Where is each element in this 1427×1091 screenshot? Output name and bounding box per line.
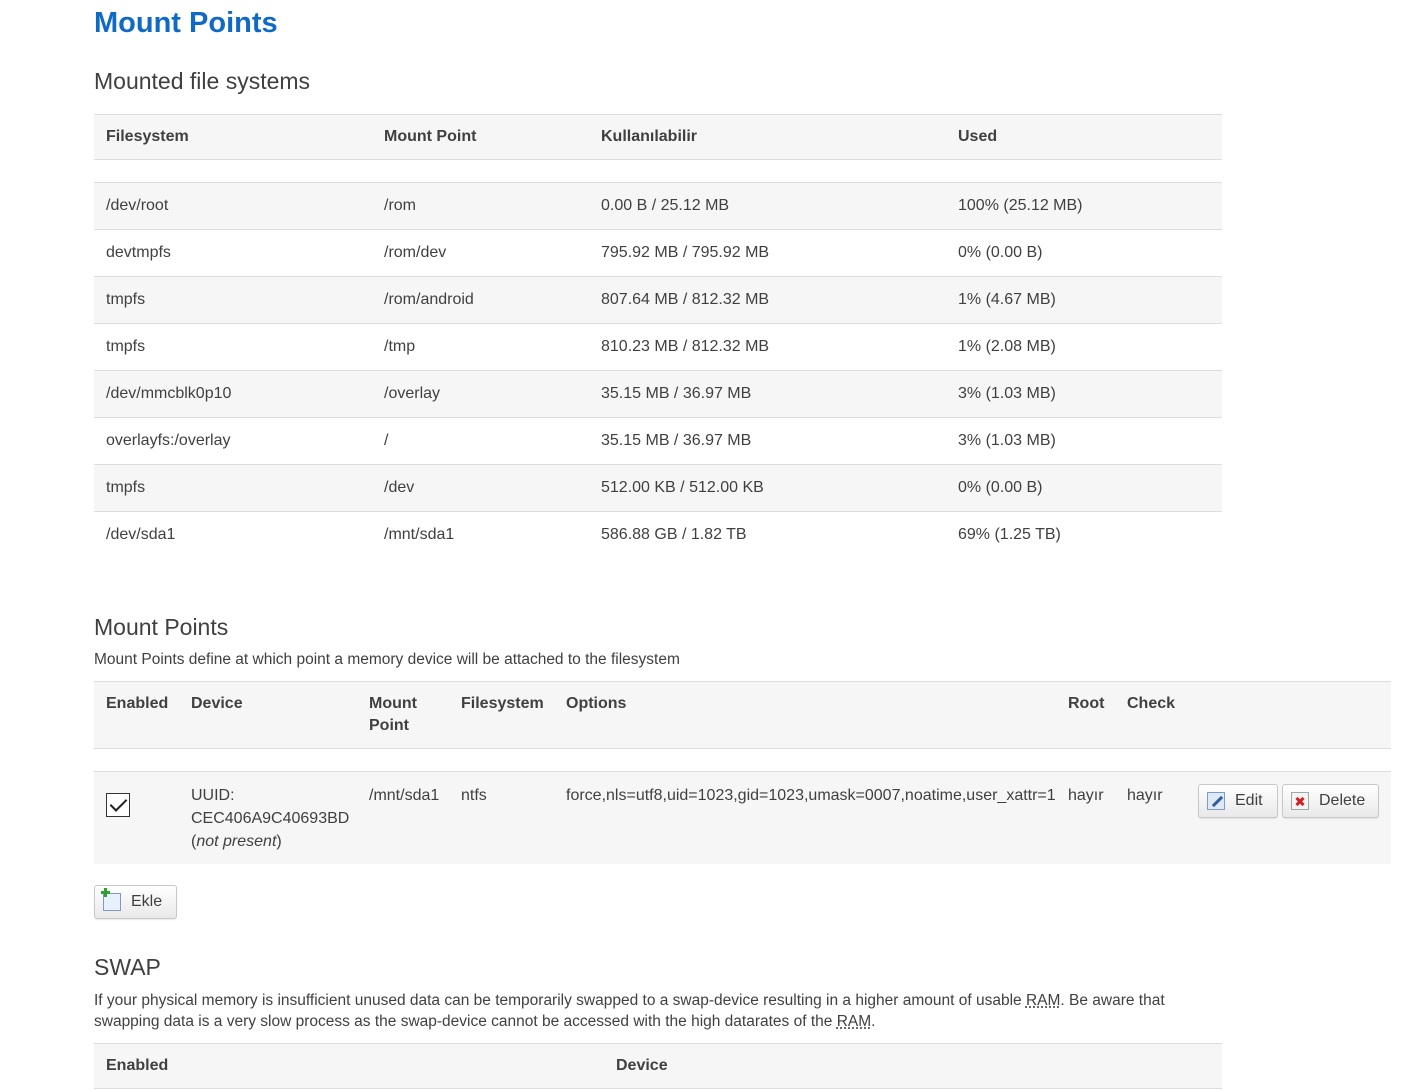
delete-icon [1291, 792, 1309, 810]
used-cell: 3% (1.03 MB) [958, 432, 1056, 449]
ram-abbr: RAM [1025, 992, 1061, 1009]
enabled-checkbox[interactable] [106, 793, 130, 817]
col-mount-point: Mount Point [384, 128, 477, 145]
available-cell: 0.00 B / 25.12 MB [601, 197, 730, 214]
swap-desc-part1: If your physical memory is insufficient … [94, 992, 1026, 1009]
mount-point-row: UUID: CEC406A9C40693BD (not present) /mn… [94, 772, 1391, 864]
mount-point-cell: /dev [384, 479, 415, 496]
filesystem-cell: ntfs [461, 787, 487, 804]
filesystem-cell: /dev/mmcblk0p10 [106, 385, 232, 402]
mount-points-description: Mount Points define at which point a mem… [94, 651, 680, 668]
mount-point-cell: /mnt/sda1 [384, 526, 455, 543]
mount-point-cell: / [384, 432, 389, 449]
col-device: Device [616, 1057, 668, 1074]
used-cell: 1% (4.67 MB) [958, 291, 1056, 308]
device-status: not present [196, 833, 277, 850]
edit-button[interactable]: Edit [1198, 784, 1278, 818]
edit-button-label: Edit [1235, 792, 1263, 809]
table-row: tmpfs/dev 512.00 KB / 512.00 KB 0% (0.00 B… [94, 465, 1222, 512]
available-cell: 807.64 MB / 812.32 MB [601, 291, 770, 308]
delete-button[interactable]: Delete [1282, 784, 1379, 818]
mounted-fs-header-row: Filesystem Mount Point Kullanılabilir Us… [94, 114, 1222, 160]
swap-desc-part3: . [871, 1013, 876, 1030]
available-cell: 810.23 MB / 812.32 MB [601, 338, 770, 355]
available-cell: 512.00 KB / 512.00 KB [601, 479, 764, 496]
mount-point-cell: /overlay [384, 385, 441, 402]
options-cell: force,nls=utf8,uid=1023,gid=1023,umask=0… [566, 787, 1056, 804]
col-check: Check [1127, 695, 1176, 712]
table-row: /dev/mmcblk0p10/overlay 35.15 MB / 36.97 … [94, 371, 1222, 418]
col-options: Options [566, 695, 627, 712]
table-row: devtmpfs/rom/dev 795.92 MB / 795.92 MB 0% … [94, 230, 1222, 277]
used-cell: 0% (0.00 B) [958, 479, 1043, 496]
table-row: tmpfs/tmp 810.23 MB / 812.32 MB 1% (2.08 M… [94, 324, 1222, 371]
filesystem-cell: /dev/root [106, 197, 169, 214]
col-mount-point: Mount Point [369, 693, 417, 737]
col-enabled: Enabled [106, 1057, 169, 1074]
page-title: Mount Points [94, 7, 278, 39]
filesystem-cell: /dev/sda1 [106, 526, 176, 543]
mount-point-cell: /tmp [384, 338, 416, 355]
filesystem-cell: tmpfs [106, 338, 146, 355]
col-enabled: Enabled [106, 695, 169, 712]
table-row: /dev/sda1/mnt/sda1 586.88 GB / 1.82 TB 69%… [94, 512, 1222, 558]
used-cell: 1% (2.08 MB) [958, 338, 1056, 355]
mounted-fs-table: Filesystem Mount Point Kullanılabilir Us… [94, 114, 1222, 558]
col-available: Kullanılabilir [601, 128, 698, 145]
swap-table: Enabled Device [94, 1043, 1222, 1089]
table-spacer [94, 160, 1222, 183]
mount-points-table: Enabled Device Mount Point Filesystem Op… [94, 681, 1391, 864]
col-root: Root [1068, 695, 1105, 712]
swap-heading: SWAP [94, 954, 161, 980]
used-cell: 100% (25.12 MB) [958, 197, 1083, 214]
mount-points-header-row: Enabled Device Mount Point Filesystem Op… [94, 681, 1391, 749]
mounted-fs-heading: Mounted file systems [94, 68, 311, 94]
available-cell: 586.88 GB / 1.82 TB [601, 526, 747, 543]
col-used: Used [958, 128, 998, 145]
swap-description: If your physical memory is insufficient … [94, 990, 1224, 1032]
device-cell: UUID: CEC406A9C40693BD (not present) [191, 787, 350, 850]
mount-points-heading: Mount Points [94, 614, 229, 640]
available-cell: 35.15 MB / 36.97 MB [601, 432, 752, 449]
mount-point-cell: /rom/dev [384, 244, 447, 261]
delete-button-label: Delete [1319, 792, 1366, 809]
swap-header-row: Enabled Device [94, 1043, 1222, 1089]
used-cell: 3% (1.03 MB) [958, 385, 1056, 402]
col-device: Device [191, 695, 243, 712]
filesystem-cell: overlayfs:/overlay [106, 432, 231, 449]
edit-icon [1207, 792, 1225, 810]
check-cell: hayır [1127, 787, 1163, 804]
used-cell: 0% (0.00 B) [958, 244, 1043, 261]
used-cell: 69% (1.25 TB) [958, 526, 1061, 543]
device-uuid-label: UUID: [191, 787, 235, 804]
col-filesystem: Filesystem [461, 695, 544, 712]
table-row: tmpfs/rom/android 807.64 MB / 812.32 MB 1%… [94, 277, 1222, 324]
available-cell: 795.92 MB / 795.92 MB [601, 244, 770, 261]
add-icon [101, 888, 121, 911]
mount-point-cell: /rom [384, 197, 416, 214]
root-cell: hayır [1068, 787, 1104, 804]
add-button-label: Ekle [131, 893, 163, 910]
mount-point-cell: /mnt/sda1 [369, 787, 440, 804]
available-cell: 35.15 MB / 36.97 MB [601, 385, 752, 402]
ram-abbr: RAM [836, 1013, 872, 1030]
table-row: /dev/root/rom 0.00 B / 25.12 MB 100% (25.1… [94, 183, 1222, 230]
device-uuid-value: CEC406A9C40693BD [191, 810, 350, 827]
filesystem-cell: devtmpfs [106, 244, 171, 261]
col-mount-point-line2: Point [369, 717, 409, 734]
add-button[interactable]: Ekle [94, 885, 177, 919]
filesystem-cell: tmpfs [106, 479, 146, 496]
filesystem-cell: tmpfs [106, 291, 146, 308]
table-spacer [94, 749, 1391, 772]
col-filesystem: Filesystem [106, 128, 189, 145]
mount-point-cell: /rom/android [384, 291, 474, 308]
table-row: overlayfs:/overlay / 35.15 MB / 36.97 MB 3%… [94, 418, 1222, 465]
col-mount-point-line1: Mount [369, 695, 417, 712]
